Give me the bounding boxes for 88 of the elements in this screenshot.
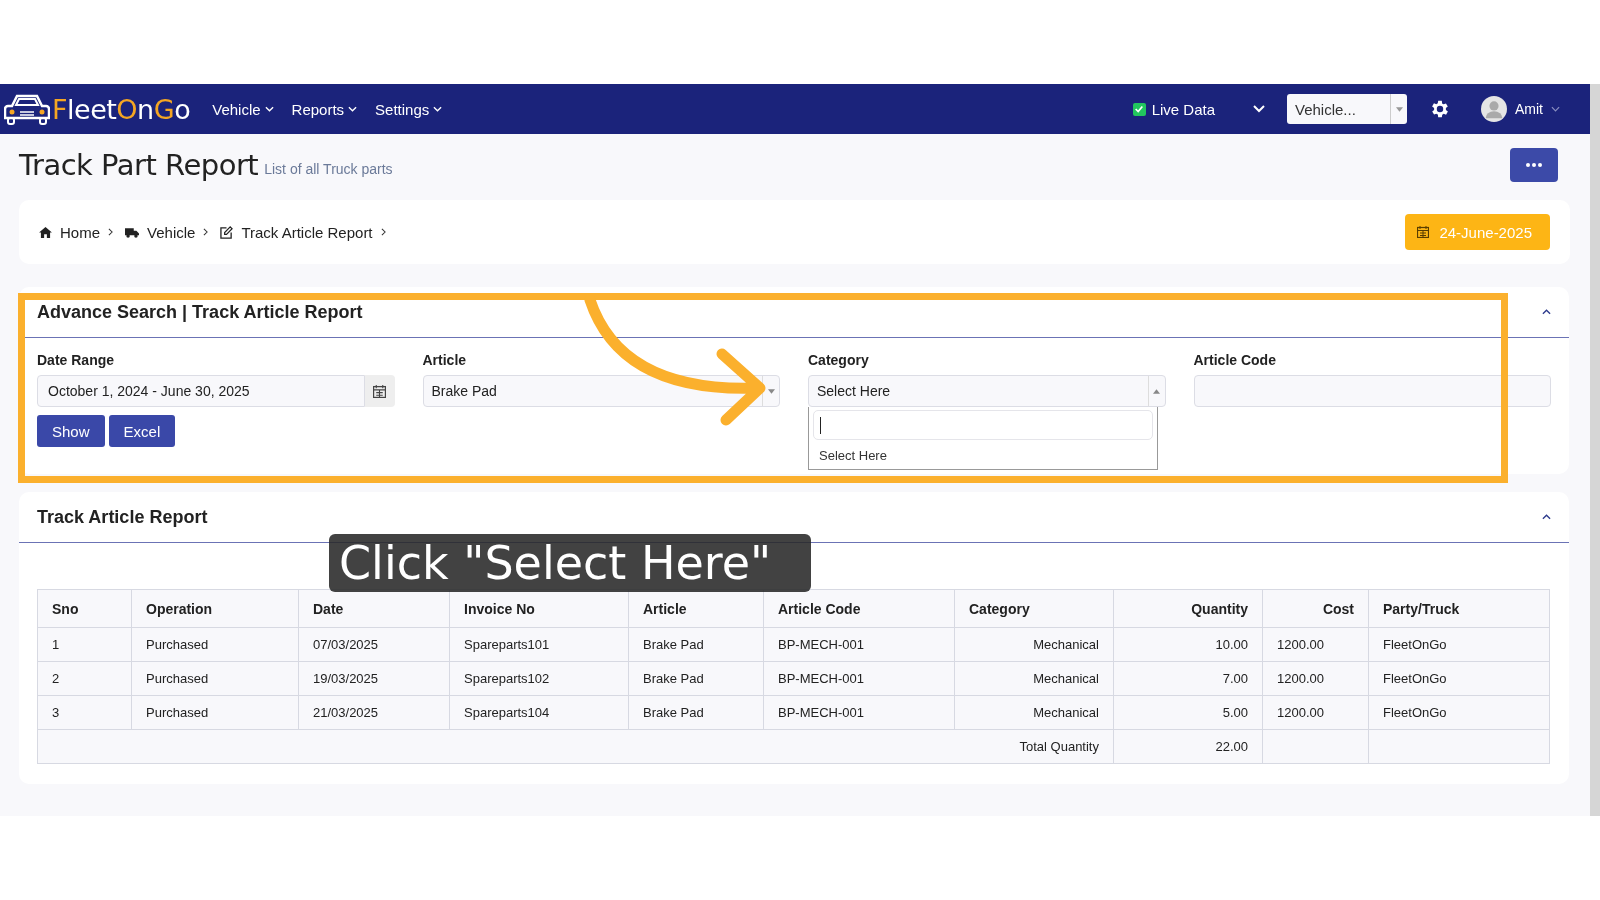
table-cell: Brake Pad (628, 695, 764, 730)
panel-title: Advance Search | Track Article Report (37, 301, 363, 323)
table-cell: Spareparts102 (449, 661, 629, 696)
field-label: Category (808, 352, 870, 368)
chevron-right-icon (203, 228, 209, 236)
table-cell: BP-MECH-001 (763, 627, 955, 662)
field-label: Article Code (1193, 352, 1277, 368)
nav-menu[interactable]: Settings (375, 100, 443, 118)
table-cell: Mechanical (954, 627, 1114, 662)
table-cell: Mechanical (954, 661, 1114, 696)
collapse-icon[interactable] (1542, 514, 1551, 520)
table-cell: Mechanical (954, 695, 1114, 730)
total-label: Total Quantity (37, 729, 1114, 764)
chevron-down-icon (264, 106, 274, 112)
table-cell: 1200.00 (1262, 695, 1369, 730)
home-icon (39, 226, 52, 238)
user-menu[interactable]: Amit (1515, 101, 1560, 117)
collapse-icon[interactable] (1542, 309, 1551, 315)
tutorial-caption: Click "Select Here" (329, 534, 811, 592)
column-header: Category (954, 589, 1114, 628)
calendar-icon (1417, 226, 1430, 238)
more-options-button[interactable] (1510, 148, 1558, 182)
dropdown-search-field[interactable] (813, 410, 1153, 440)
scrollbar[interactable] (1590, 84, 1600, 816)
breadcrumb-link[interactable]: Vehicle (147, 223, 196, 241)
column-header: Operation (131, 589, 299, 628)
action-button[interactable]: Excel (108, 415, 176, 447)
table-cell: Brake Pad (628, 661, 764, 696)
table-cell: 1 (37, 627, 132, 662)
chevron-down-icon (1551, 106, 1560, 112)
table-cell: 1200.00 (1262, 627, 1369, 662)
table-cell: 19/03/2025 (298, 661, 450, 696)
vehicle-select[interactable]: Vehicle... (1287, 94, 1407, 124)
column-header: Cost (1262, 589, 1369, 628)
table-cell: 3 (37, 695, 132, 730)
column-header: Sno (37, 589, 132, 628)
calendar-icon[interactable] (364, 375, 395, 407)
table-cell: FleetOnGo (1368, 695, 1550, 730)
table-cell: Purchased (131, 695, 299, 730)
page-title: Track Part Report (19, 148, 259, 182)
table-cell: 21/03/2025 (298, 695, 450, 730)
chevron-down-icon (433, 106, 443, 112)
settings-icon[interactable] (1429, 98, 1451, 120)
live-data-checkbox[interactable]: Live Data (1132, 100, 1215, 118)
caret-icon (1153, 388, 1160, 394)
nav-menu[interactable]: Vehicle (212, 100, 274, 118)
table-cell: BP-MECH-001 (763, 695, 955, 730)
truck-icon (125, 226, 139, 238)
chevron-down-icon (348, 106, 358, 112)
edit-icon (220, 225, 234, 239)
table-cell: Brake Pad (628, 627, 764, 662)
table-cell: Purchased (131, 661, 299, 696)
column-header: Party/Truck (1368, 589, 1550, 628)
table-cell: 5.00 (1113, 695, 1263, 730)
check-icon (1134, 104, 1145, 114)
panel-title: Track Article Report (37, 506, 208, 528)
breadcrumb-link[interactable]: Track Article Report (241, 223, 373, 241)
select-field[interactable]: Select Here (808, 375, 1166, 407)
table-cell: 1200.00 (1262, 661, 1369, 696)
breadcrumb-link[interactable]: Home (60, 223, 100, 241)
field-label: Date Range (37, 352, 116, 368)
table-cell: BP-MECH-001 (763, 661, 955, 696)
total-value: 22.00 (1113, 729, 1263, 764)
date-range-field[interactable]: October 1, 2024 - June 30, 2025 (37, 375, 365, 407)
dropdown-option[interactable]: Select Here (813, 440, 1153, 469)
table-cell: FleetOnGo (1368, 661, 1550, 696)
nav-menu[interactable]: Reports (291, 100, 358, 118)
brand-logo[interactable]: FleetOnGo (52, 93, 191, 125)
caret-down-icon (1395, 106, 1403, 112)
table-cell: 2 (37, 661, 132, 696)
chevron-down-icon[interactable] (1253, 105, 1265, 113)
table-cell: 7.00 (1113, 661, 1263, 696)
table-cell: 10.00 (1113, 627, 1263, 662)
chevron-right-icon (380, 228, 386, 236)
table-cell: FleetOnGo (1368, 627, 1550, 662)
caret-icon (767, 388, 775, 394)
table-cell: 07/03/2025 (298, 627, 450, 662)
page-subtitle: List of all Truck parts (264, 161, 393, 177)
column-header: Quantity (1113, 589, 1263, 628)
car-icon (4, 92, 50, 126)
chevron-right-icon (108, 228, 113, 236)
article-code-field[interactable] (1193, 375, 1551, 407)
table-cell: Purchased (131, 627, 299, 662)
table-cell: Spareparts101 (449, 627, 629, 662)
table-cell: Spareparts104 (449, 695, 629, 730)
action-button[interactable]: Show (37, 415, 105, 447)
field-label: Article (422, 352, 468, 368)
more-icon (1526, 163, 1542, 167)
